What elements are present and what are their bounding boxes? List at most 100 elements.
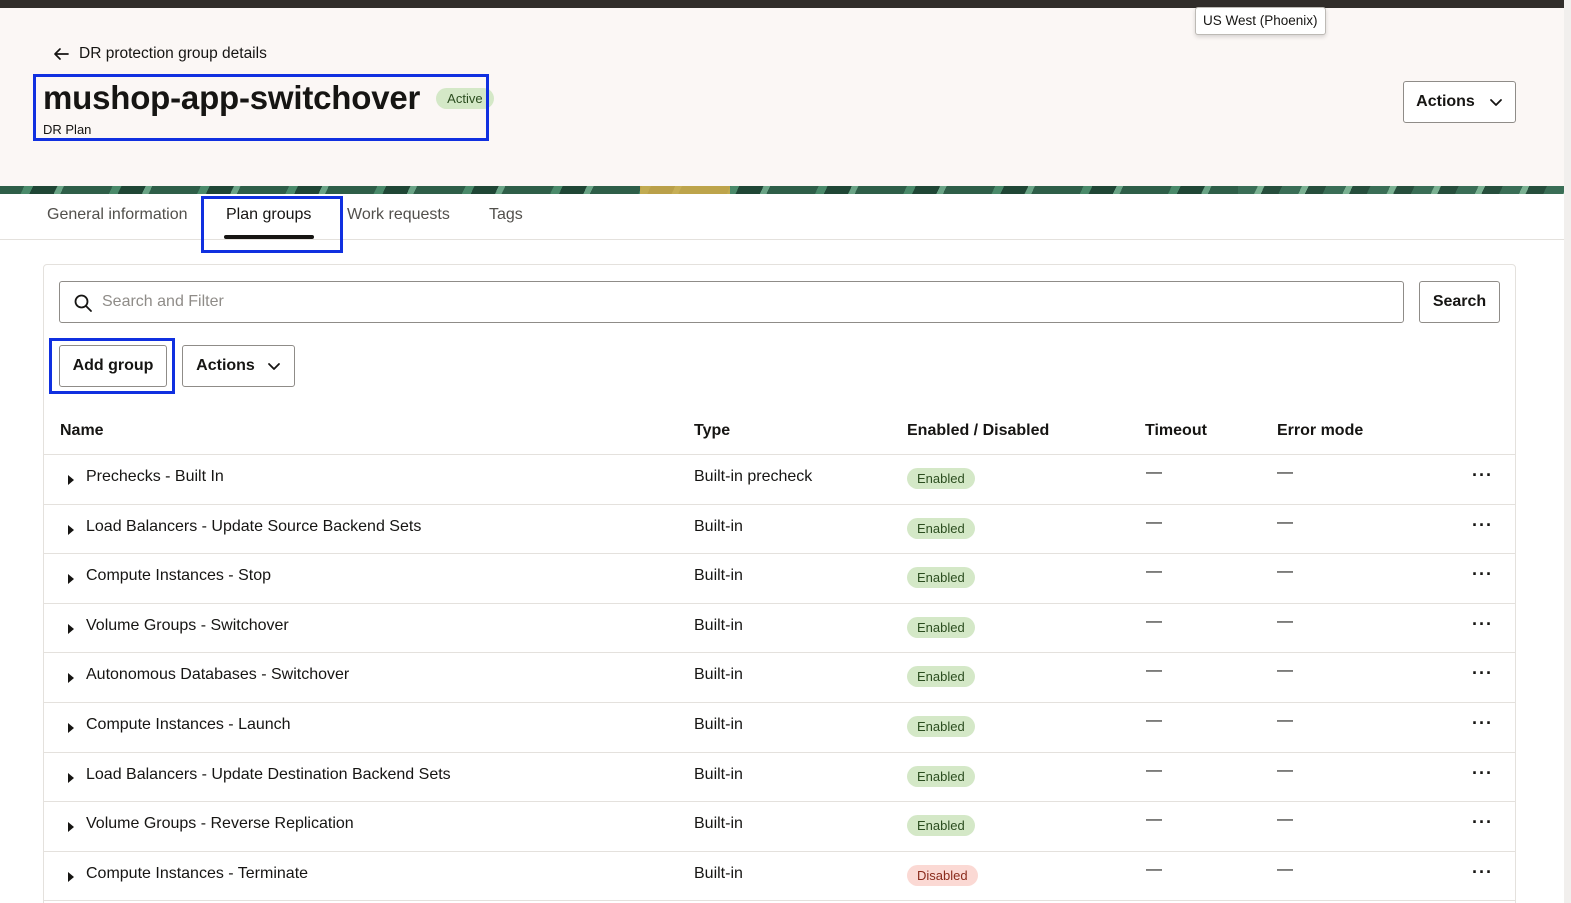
table-row: Load Balancers - Update Destination Back…: [44, 753, 1515, 803]
row-error-mode: —: [1277, 860, 1293, 878]
tab-work-requests[interactable]: Work requests: [347, 206, 450, 224]
arrow-left-icon: [54, 48, 69, 60]
row-type: Built-in: [694, 517, 743, 535]
row-status-badge: Disabled: [907, 864, 978, 886]
page-subtitle: DR Plan: [43, 122, 92, 137]
caret-right-icon[interactable]: [68, 475, 74, 485]
row-name: Load Balancers - Update Source Backend S…: [86, 517, 422, 535]
more-horizontal-icon[interactable]: ···: [1472, 713, 1493, 734]
row-error-mode: —: [1277, 464, 1293, 481]
row-status-badge: Enabled: [907, 715, 975, 737]
search-field[interactable]: [59, 281, 1404, 323]
row-timeout: —: [1146, 811, 1162, 829]
row-name: Volume Groups - Reverse Replication: [86, 815, 354, 833]
row-name: Autonomous Databases - Switchover: [86, 666, 350, 684]
scrollbar-track[interactable]: [1564, 0, 1571, 903]
row-error-mode: —: [1277, 513, 1293, 531]
caret-right-icon[interactable]: [68, 871, 74, 882]
caret-right-icon[interactable]: [68, 524, 74, 535]
more-horizontal-icon[interactable]: ···: [1472, 564, 1493, 585]
chevron-down-icon: [1489, 99, 1502, 106]
row-type: Built-in: [694, 666, 743, 684]
row-status-badge: Enabled: [907, 567, 975, 589]
page-header: DR protection group details mushop-app-s…: [0, 8, 1564, 186]
row-timeout: —: [1146, 563, 1162, 581]
column-header-timeout[interactable]: Timeout: [1145, 422, 1207, 440]
column-header-error-mode[interactable]: Error mode: [1277, 422, 1363, 440]
more-horizontal-icon[interactable]: ···: [1472, 763, 1493, 784]
table-row: Autonomous Databases - Switchover Built-…: [44, 653, 1515, 703]
search-input[interactable]: [102, 282, 1392, 322]
search-button[interactable]: Search: [1419, 281, 1500, 323]
row-timeout: —: [1146, 860, 1162, 878]
more-horizontal-icon[interactable]: ···: [1472, 515, 1493, 536]
row-status-badge: Enabled: [907, 468, 975, 489]
row-name: Volume Groups - Switchover: [86, 616, 289, 634]
back-link-label: DR protection group details: [79, 45, 267, 62]
top-bar: [0, 0, 1571, 8]
row-type: Built-in precheck: [694, 468, 813, 485]
page-title: mushop-app-switchover: [43, 79, 421, 116]
row-error-mode: —: [1277, 563, 1293, 581]
tab-plan-groups[interactable]: Plan groups: [226, 206, 311, 224]
caret-right-icon[interactable]: [68, 623, 74, 634]
row-type: Built-in: [694, 567, 743, 585]
status-badge: Active: [436, 87, 494, 109]
row-type: Built-in: [694, 864, 743, 882]
row-status-badge: Enabled: [907, 815, 975, 837]
caret-right-icon[interactable]: [68, 822, 74, 833]
table-actions-button[interactable]: Actions: [182, 345, 295, 387]
more-horizontal-icon[interactable]: ···: [1472, 465, 1493, 486]
row-type: Built-in: [694, 815, 743, 833]
active-tab-indicator: [224, 235, 314, 239]
table-row: Prechecks - Built In Built-in precheck E…: [44, 455, 1515, 505]
column-header-type[interactable]: Type: [694, 422, 730, 440]
tab-bar: General information Plan groups Work req…: [0, 194, 1564, 240]
table-row: Compute Instances - Launch Built-in Enab…: [44, 703, 1515, 753]
caret-right-icon[interactable]: [68, 772, 74, 783]
search-icon: [74, 294, 92, 312]
row-timeout: —: [1146, 711, 1162, 729]
column-header-enabled[interactable]: Enabled / Disabled: [907, 422, 1049, 440]
table-row: Compute Instances - Terminate Built-in D…: [44, 852, 1515, 902]
row-error-mode: —: [1277, 811, 1293, 829]
table-actions-label: Actions: [196, 357, 255, 374]
table-header: Name Type Enabled / Disabled Timeout Err…: [44, 408, 1515, 455]
row-status-badge: Enabled: [907, 616, 975, 638]
table-body: Prechecks - Built In Built-in precheck E…: [44, 455, 1515, 902]
row-name: Compute Instances - Stop: [86, 567, 271, 585]
tab-tags[interactable]: Tags: [489, 206, 523, 224]
header-actions-button[interactable]: Actions: [1403, 81, 1516, 123]
more-horizontal-icon[interactable]: ···: [1472, 614, 1493, 635]
caret-right-icon[interactable]: [68, 673, 74, 684]
row-timeout: —: [1146, 464, 1162, 481]
decorative-banner: [0, 186, 1564, 194]
row-name: Compute Instances - Terminate: [86, 864, 309, 882]
caret-right-icon[interactable]: [68, 722, 74, 733]
more-horizontal-icon[interactable]: ···: [1472, 663, 1493, 684]
row-status-badge: Enabled: [907, 765, 975, 787]
region-tooltip: US West (Phoenix): [1195, 7, 1326, 35]
table-row: Volume Groups - Reverse Replication Buil…: [44, 802, 1515, 852]
row-type: Built-in: [694, 715, 743, 733]
row-timeout: —: [1146, 612, 1162, 630]
row-type: Built-in: [694, 616, 743, 634]
title-block: mushop-app-switchover Active DR Plan: [43, 78, 494, 137]
row-error-mode: —: [1277, 662, 1293, 680]
table-row: Compute Instances - Stop Built-in Enable…: [44, 554, 1515, 604]
tab-general-information[interactable]: General information: [47, 206, 188, 224]
chevron-down-icon: [267, 363, 280, 370]
row-timeout: —: [1146, 513, 1162, 531]
back-link[interactable]: DR protection group details: [52, 45, 267, 63]
row-timeout: —: [1146, 662, 1162, 680]
table-row: Volume Groups - Switchover Built-in Enab…: [44, 604, 1515, 654]
header-actions-label: Actions: [1416, 93, 1475, 110]
table-row: Load Balancers - Update Source Backend S…: [44, 505, 1515, 555]
add-group-button[interactable]: Add group: [59, 345, 167, 387]
more-horizontal-icon[interactable]: ···: [1472, 812, 1493, 833]
caret-right-icon[interactable]: [68, 574, 74, 585]
row-type: Built-in: [694, 765, 743, 783]
row-name: Prechecks - Built In: [86, 468, 224, 485]
more-horizontal-icon[interactable]: ···: [1472, 862, 1493, 883]
column-header-name[interactable]: Name: [60, 422, 104, 440]
